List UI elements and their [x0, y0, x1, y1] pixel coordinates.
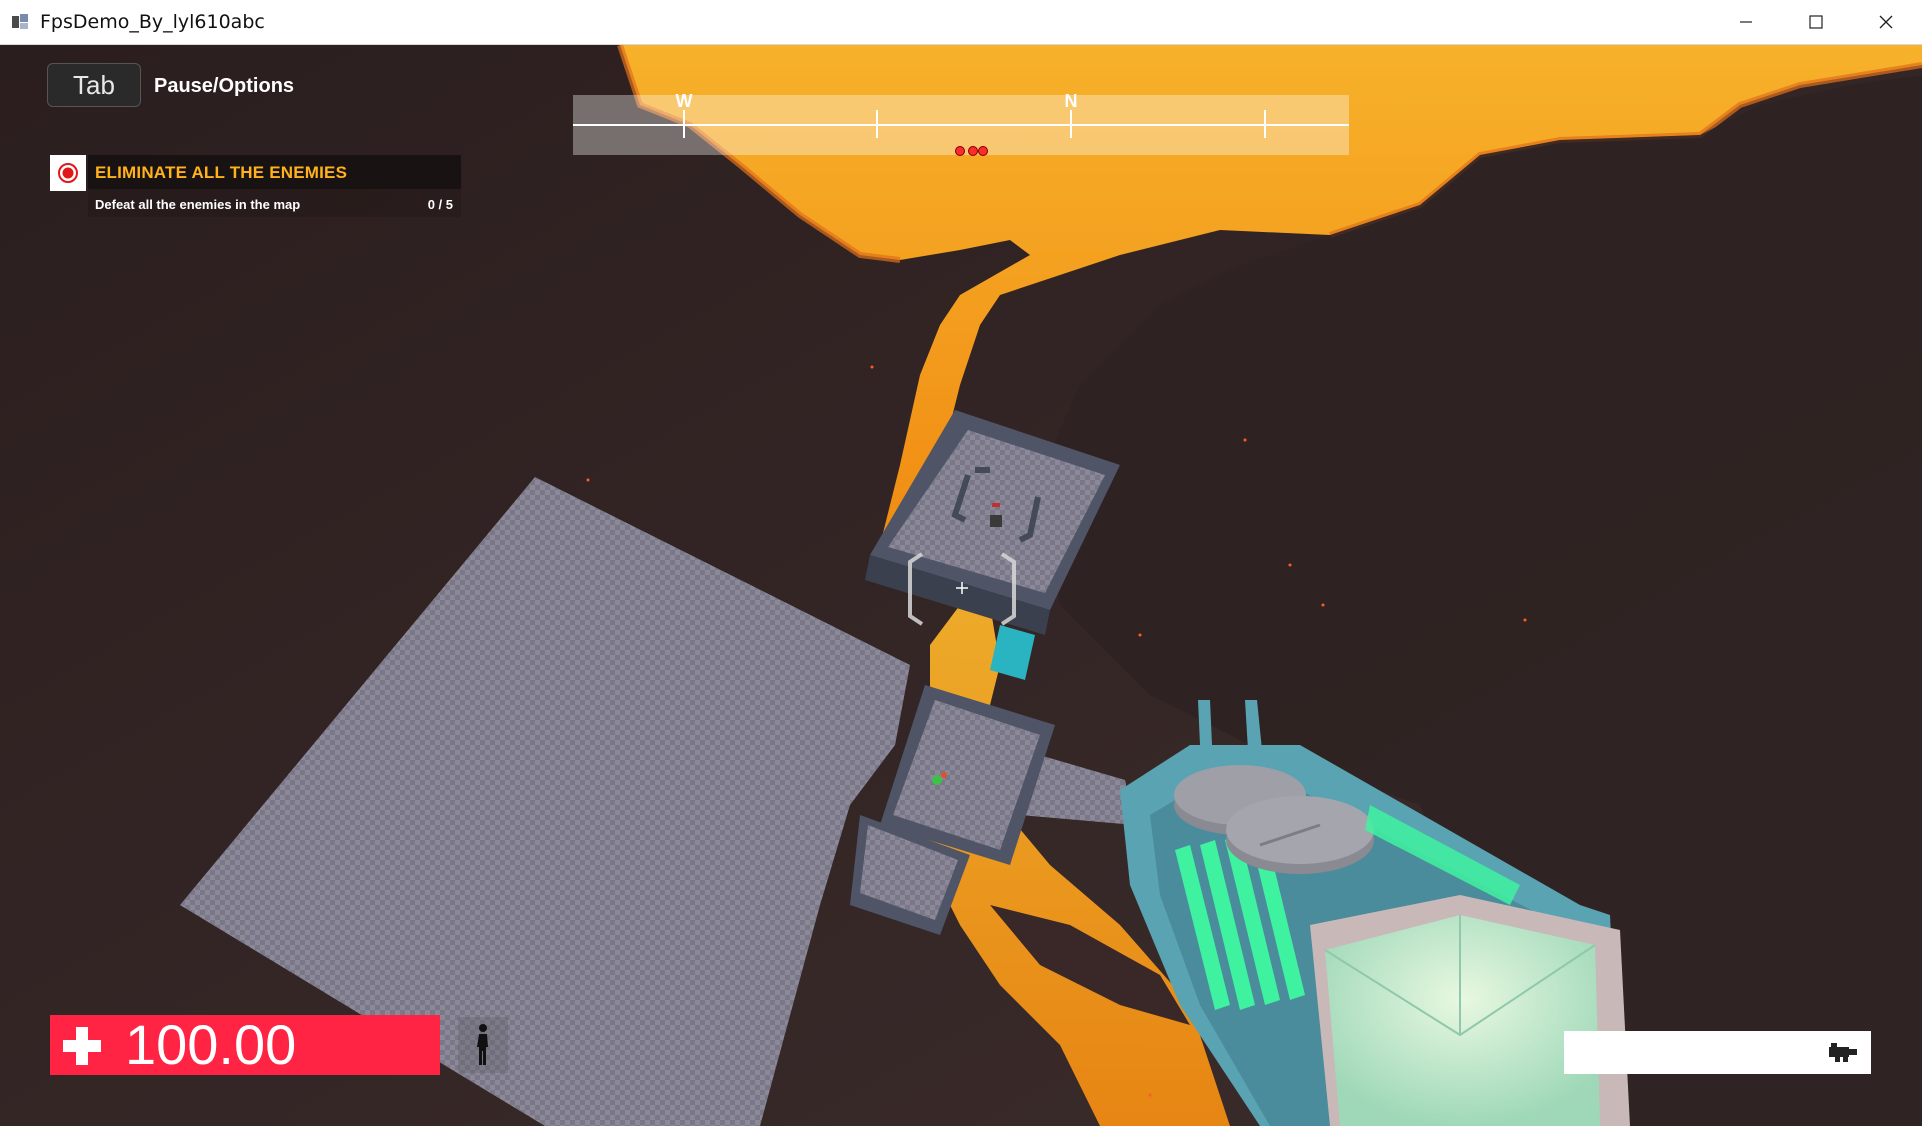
minimize-button[interactable] — [1711, 0, 1781, 44]
blaster-gun-icon — [1829, 1043, 1857, 1062]
window-title: FpsDemo_By_lyl610abc — [40, 11, 265, 33]
crosshair-icon — [908, 552, 1016, 626]
maximize-button[interactable] — [1781, 0, 1851, 44]
compass-bar: W N — [573, 91, 1349, 156]
objective-progress: 0 / 5 — [427, 197, 453, 212]
health-value: 100.00 — [125, 1013, 297, 1076]
enemy-marker — [968, 146, 978, 156]
compass-tick — [1264, 110, 1266, 138]
unity-app-icon — [12, 14, 28, 29]
close-button[interactable] — [1851, 0, 1921, 44]
game-viewport[interactable]: Tab Pause/Options ELIMINATE ALL THE ENEM… — [0, 45, 1922, 1126]
compass-west-label: W — [675, 91, 693, 111]
compass-north-label: N — [1064, 91, 1078, 111]
minimize-icon — [1740, 21, 1752, 23]
enemy-marker — [955, 146, 965, 156]
standing-figure-icon — [458, 1017, 508, 1073]
enemy-marker — [978, 146, 988, 156]
health-cross-icon — [63, 1027, 101, 1065]
objective-title: ELIMINATE ALL THE ENEMIES — [95, 163, 348, 182]
objective-description: Defeat all the enemies in the map — [95, 197, 301, 212]
game-window: FpsDemo_By_lyl610abc Tab Pause/Options E… — [0, 0, 1922, 1126]
maximize-icon — [1809, 15, 1823, 29]
title-bar[interactable]: FpsDemo_By_lyl610abc — [0, 0, 1922, 45]
compass-tick — [876, 110, 878, 138]
close-icon — [1879, 15, 1893, 29]
compass-tick — [683, 110, 685, 138]
pause-options-label: Pause/Options — [154, 75, 295, 97]
health-bar: 100.00 — [50, 1013, 440, 1076]
weapon-slot — [1564, 1031, 1871, 1074]
target-icon — [50, 155, 86, 191]
compass-tick — [1070, 110, 1072, 138]
objective-panel: ELIMINATE ALL THE ENEMIES Defeat all the… — [50, 155, 461, 217]
pause-key-badge[interactable]: Tab — [47, 63, 141, 107]
